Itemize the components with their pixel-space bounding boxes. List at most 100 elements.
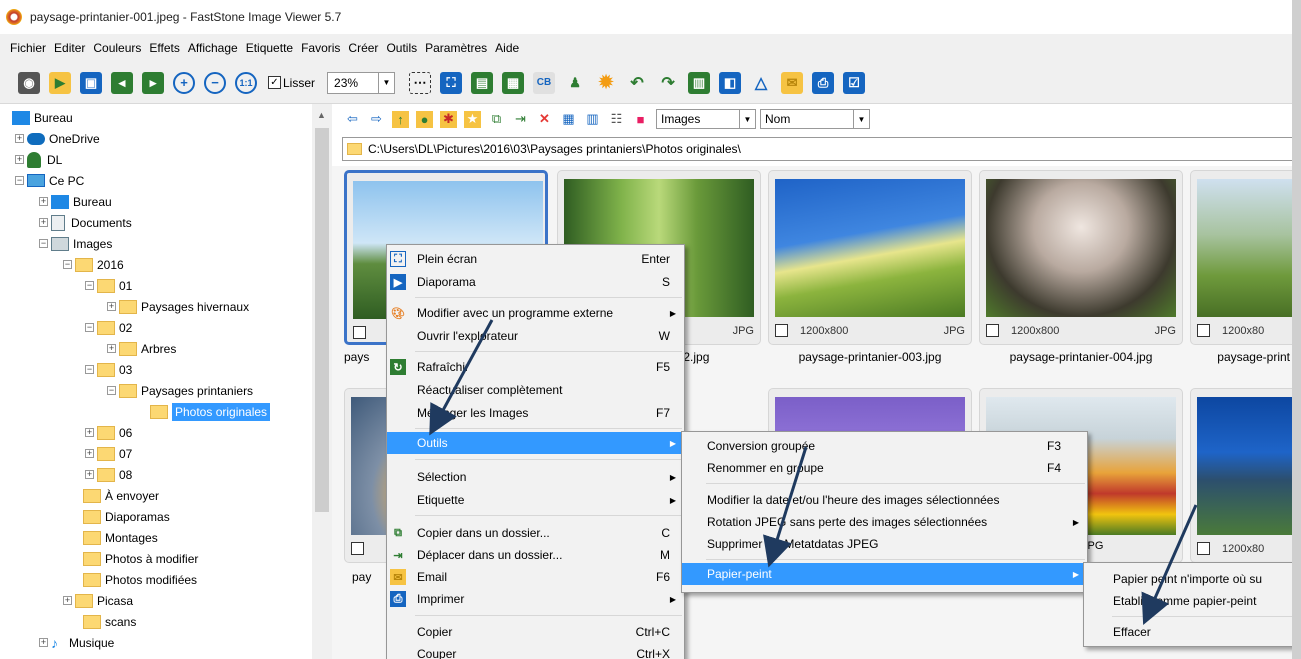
tree-item-diaporamas[interactable]: Diaporamas — [83, 506, 170, 527]
user-icon[interactable]: ♟ — [564, 72, 586, 94]
tree-item-montages[interactable]: Montages — [83, 527, 158, 548]
menu-outils[interactable]: Outils — [382, 41, 421, 55]
menu-item-outils[interactable]: Outils ▶ — [387, 432, 684, 454]
scroll-up-icon[interactable]: ▲ — [317, 110, 326, 120]
tree-item-bureau-pc[interactable]: + Bureau — [39, 191, 112, 212]
menu-item-reactualiser[interactable]: Réactualiser complètement — [387, 379, 684, 401]
collapse-icon[interactable]: − — [85, 281, 94, 290]
tree-item-picasa[interactable]: + Picasa — [63, 590, 133, 611]
expand-icon[interactable]: + — [39, 197, 48, 206]
menu-item-supprimer-metadatas[interactable]: Supprimer les Metatdatas JPEG — [682, 533, 1087, 555]
slideshow-icon[interactable]: ▤ — [471, 71, 494, 94]
menu-item-rafraichir[interactable]: ↻ Rafraîchir F5 — [387, 356, 684, 378]
menu-item-email[interactable]: ✉ Email F6 — [387, 566, 684, 588]
select-checkbox[interactable] — [353, 326, 366, 339]
camera-icon[interactable]: ◉ — [18, 71, 40, 94]
menu-item-imprimer[interactable]: ⎙ Imprimer ▶ — [387, 588, 684, 610]
select-checkbox[interactable] — [351, 542, 364, 555]
rotate-right-icon[interactable]: ↷ — [657, 72, 679, 94]
tree-item-onedrive[interactable]: + OneDrive — [15, 128, 100, 149]
tree-item-03[interactable]: −03 — [85, 359, 132, 380]
settings-icon[interactable]: ☑ — [843, 71, 866, 94]
collapse-icon[interactable]: − — [39, 239, 48, 248]
tree-item-2016[interactable]: −2016 — [63, 254, 124, 275]
menu-item-copier[interactable]: Copier Ctrl+C — [387, 621, 684, 643]
select-color-icon[interactable]: ■ — [632, 111, 649, 128]
print-icon[interactable]: ⎙ — [812, 71, 835, 94]
collapse-icon[interactable]: − — [85, 323, 94, 332]
menu-item-renommer-groupe[interactable]: Renommer en groupe F4 — [682, 457, 1087, 479]
scrollbar-thumb[interactable] — [315, 128, 329, 512]
expand-icon[interactable]: + — [15, 155, 24, 164]
tree-item-scans[interactable]: scans — [83, 611, 136, 632]
expand-icon[interactable]: + — [39, 638, 48, 647]
select-checkbox[interactable] — [1197, 542, 1210, 555]
zoom-in-icon[interactable]: + — [173, 71, 195, 94]
tree-item-paysages-hivernaux[interactable]: + Paysages hivernaux — [107, 296, 249, 317]
zoom-out-icon[interactable]: − — [204, 71, 226, 94]
color-icon[interactable]: CB — [533, 71, 556, 94]
lisser-checkbox[interactable]: ✓ Lisser — [268, 76, 315, 90]
email-icon[interactable]: ✉ — [781, 71, 804, 94]
menu-item-copier-dossier[interactable]: ⧉ Copier dans un dossier... C — [387, 522, 684, 544]
tree-item-paysages-printaniers[interactable]: − Paysages printaniers — [107, 380, 253, 401]
tree-item-ce-pc[interactable]: − Ce PC — [15, 170, 84, 191]
compare-icon[interactable]: ▥ — [688, 71, 711, 94]
thumbnail-card[interactable]: 1200x80 — [1190, 170, 1301, 345]
menu-item-deplacer-dossier[interactable]: ⇥ Déplacer dans un dossier... M — [387, 544, 684, 566]
menu-etiquette[interactable]: Etiquette — [242, 41, 297, 55]
tree-item-a-envoyer[interactable]: À envoyer — [83, 485, 159, 506]
detail-view-icon[interactable]: ☷ — [608, 111, 625, 128]
tree-item-images[interactable]: − Images — [39, 233, 112, 254]
folder-green-icon[interactable]: ● — [416, 110, 433, 128]
open-folder-icon[interactable]: ▶ — [49, 71, 71, 94]
expand-icon[interactable]: + — [85, 470, 94, 479]
tree-item-photos-modifiees[interactable]: Photos modifiées — [83, 569, 197, 590]
menu-item-effacer[interactable]: Effacer — [1084, 621, 1294, 643]
select-checkbox[interactable] — [986, 324, 999, 337]
resize-icon[interactable]: ◧ — [719, 71, 742, 94]
menu-editer[interactable]: Editer — [50, 41, 89, 55]
move-icon[interactable]: ⇥ — [512, 111, 529, 128]
expand-icon[interactable]: + — [107, 302, 116, 311]
select-checkbox[interactable] — [775, 324, 788, 337]
menu-affichage[interactable]: Affichage — [184, 41, 242, 55]
tree-item-02[interactable]: −02 — [85, 317, 132, 338]
previous-icon[interactable]: ◂ — [111, 71, 133, 94]
menu-aide[interactable]: Aide — [491, 41, 523, 55]
back-icon[interactable]: ⇦ — [344, 111, 361, 128]
view-select[interactable]: Images ▼ — [656, 109, 756, 129]
fit-window-icon[interactable]: ⋯ — [409, 71, 432, 94]
parent-folder-icon[interactable]: ↑ — [392, 110, 409, 128]
tree-item-dl[interactable]: + DL — [15, 149, 62, 170]
menu-item-conversion-groupee[interactable]: Conversion groupée F3 — [682, 435, 1087, 457]
menu-item-plein-ecran[interactable]: ⛶ Plein écran Enter — [387, 248, 684, 270]
tree-item-bureau[interactable]: Bureau — [12, 107, 73, 128]
expand-icon[interactable]: + — [15, 134, 24, 143]
actual-size-icon[interactable]: 1:1 — [235, 71, 257, 94]
draw-icon[interactable]: △ — [750, 72, 772, 94]
image-info-icon[interactable]: ▦ — [502, 71, 525, 94]
list-view-icon[interactable]: ▥ — [584, 111, 601, 128]
menu-item-diaporama[interactable]: ▶ Diaporama S — [387, 271, 684, 293]
menu-creer[interactable]: Créer — [344, 41, 382, 55]
thumbnail-card[interactable]: 1200x800 JPG — [979, 170, 1183, 345]
menu-item-selection[interactable]: Sélection ▶ — [387, 466, 684, 488]
menu-fichier[interactable]: Fichier — [6, 41, 50, 55]
tree-scrollbar[interactable]: ▲ — [312, 104, 332, 659]
expand-icon[interactable]: + — [63, 596, 72, 605]
path-bar[interactable]: C:\Users\DL\Pictures\2016\03\Paysages pr… — [342, 137, 1301, 161]
effects-icon[interactable]: ✹ — [595, 72, 617, 94]
expand-icon[interactable]: + — [107, 344, 116, 353]
collapse-icon[interactable]: − — [63, 260, 72, 269]
favorite-folder-icon[interactable]: ★ — [464, 110, 481, 128]
fullscreen-icon[interactable]: ⛶ — [440, 71, 463, 94]
menu-couleurs[interactable]: Couleurs — [89, 41, 145, 55]
menu-item-ouvrir-explorateur[interactable]: Ouvrir l'explorateur W — [387, 325, 684, 347]
menu-item-rotation-jpeg[interactable]: Rotation JPEG sans perte des images séle… — [682, 511, 1087, 533]
tree-item-07[interactable]: +07 — [85, 443, 132, 464]
zoom-select[interactable]: 23% ▼ — [327, 71, 401, 94]
thumbnail-view-icon[interactable]: ▦ — [560, 111, 577, 128]
tree-item-photos-originales[interactable]: Photos originales — [150, 401, 271, 422]
tree-item-08[interactable]: +08 — [85, 464, 132, 485]
